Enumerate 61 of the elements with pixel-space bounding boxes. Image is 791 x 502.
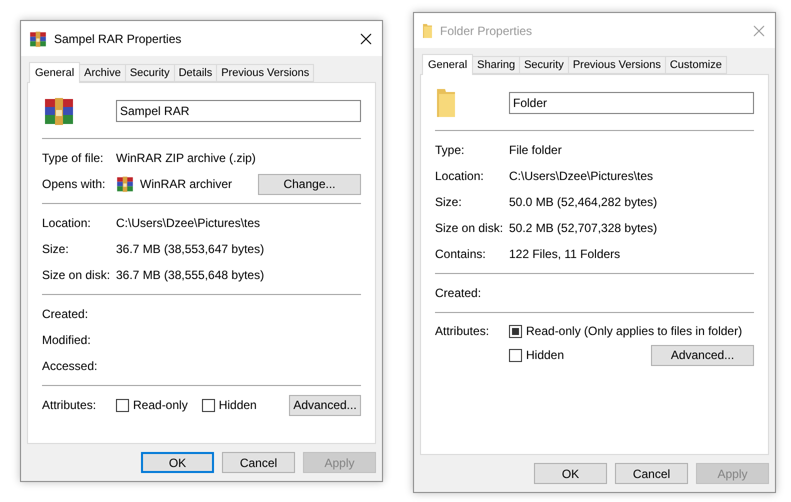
folder-icon (436, 87, 456, 119)
advanced-button[interactable]: Advanced... (651, 344, 754, 366)
field-label: Location: (42, 215, 92, 232)
field-label: Location: (435, 168, 485, 185)
books-icon (29, 30, 47, 48)
tab[interactable]: Archive (80, 64, 126, 82)
dialog-button[interactable]: OK (534, 463, 607, 484)
folder-icon (422, 22, 433, 38)
field-label: Attributes: (435, 323, 490, 340)
field-label: Type: (435, 142, 466, 159)
tab[interactable]: Sharing (473, 56, 520, 74)
checkbox[interactable] (202, 398, 215, 412)
field-label: Type of file: (42, 150, 104, 167)
field-label: Size on disk: (435, 220, 504, 237)
field-label: Size: (435, 194, 463, 211)
dialog-button[interactable]: Cancel (222, 452, 295, 473)
field-label: Accessed: (42, 358, 98, 375)
books-icon (116, 175, 134, 193)
field-value: C:\Users\Dzee\Pictures\tes (116, 215, 260, 232)
field-label: Size on disk: (42, 267, 112, 284)
close-icon[interactable] (360, 32, 372, 44)
tab[interactable]: Previous Versions (568, 56, 666, 74)
dialog-button[interactable]: Cancel (615, 463, 688, 484)
tab[interactable]: General (422, 54, 474, 75)
tab[interactable]: Previous Versions (217, 64, 314, 82)
field-value: C:\Users\Dzee\Pictures\tes (509, 168, 654, 185)
field-value: 122 Files, 11 Folders (509, 246, 620, 263)
field-label: Size: (42, 241, 70, 258)
tab[interactable]: General (29, 62, 80, 83)
field-value: WinRAR archiver (140, 176, 232, 193)
tab[interactable]: Security (126, 64, 175, 82)
window-title: Sampel RAR Properties (54, 30, 182, 48)
window-title: Folder Properties (440, 22, 534, 40)
checkbox-label: Read-only (Only applies to files in folder) (526, 323, 742, 340)
name-field[interactable]: Sampel RAR (116, 100, 361, 122)
field-value: 36.7 MB (38,553,647 bytes) (116, 241, 264, 258)
field-value: 36.7 MB (38,555,648 bytes) (116, 267, 264, 284)
tab[interactable]: Customize (666, 56, 727, 74)
field-value: 50.0 MB (52,464,282 bytes) (509, 194, 658, 211)
field-label: Opens with: (42, 176, 106, 193)
checkbox-label: Read-only (133, 397, 188, 414)
checkbox-label: Hidden (526, 347, 564, 364)
field-label: Contains: (435, 246, 487, 263)
field-value: WinRAR ZIP archive (.zip) (116, 150, 256, 167)
field-label: Created: (435, 285, 482, 302)
change-button[interactable]: Change... (258, 174, 361, 194)
field-label: Attributes: (42, 397, 98, 414)
field-label: Created: (42, 306, 90, 323)
tab[interactable]: Details (174, 64, 218, 82)
field-value: File folder (509, 142, 562, 159)
field-value: 50.2 MB (52,707,328 bytes) (509, 220, 658, 237)
checkbox-label: Hidden (218, 397, 257, 414)
checkbox[interactable] (509, 324, 522, 338)
field-label: Modified: (42, 332, 92, 349)
advanced-button[interactable]: Advanced... (289, 394, 361, 416)
checkbox[interactable] (116, 398, 129, 412)
dialog-button[interactable]: OK (141, 452, 214, 473)
books-icon (43, 95, 75, 127)
checkbox[interactable] (509, 348, 522, 362)
tab[interactable]: Security (520, 56, 569, 74)
name-field[interactable]: Folder (509, 92, 754, 114)
